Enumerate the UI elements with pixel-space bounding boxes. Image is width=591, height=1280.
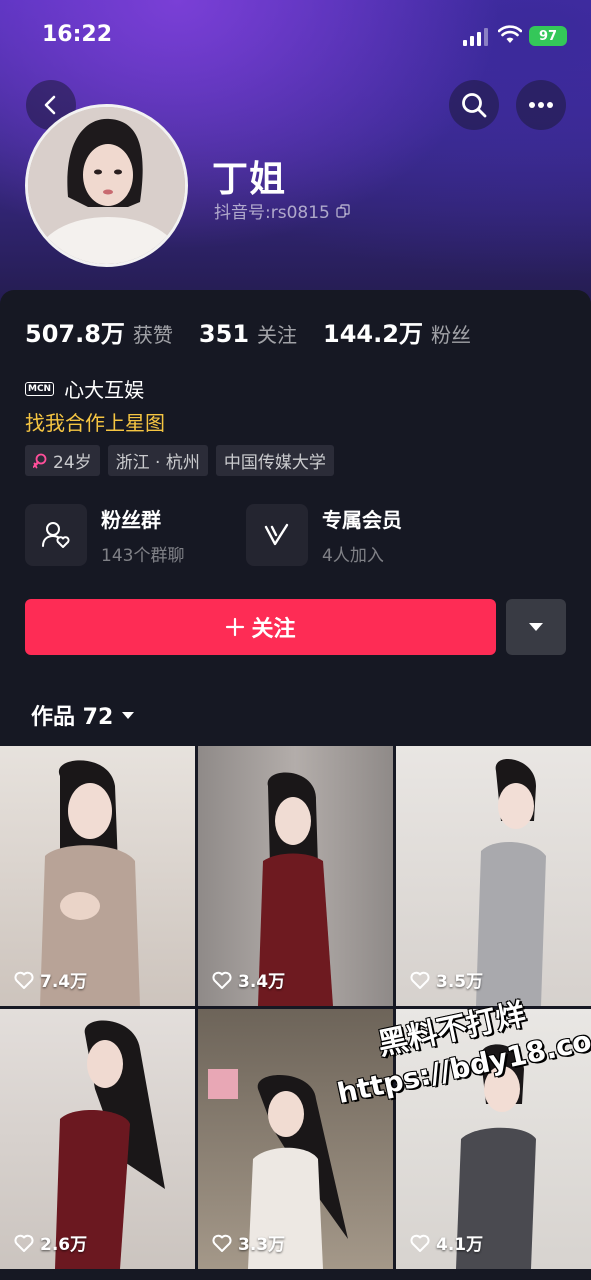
- tag-location: 浙江 · 杭州: [107, 445, 208, 476]
- membership-entry[interactable]: 专属会员 4人加入: [246, 504, 402, 566]
- follow-button-label: 关注: [251, 617, 296, 642]
- douyin-id-text: 抖音号:rs0815: [214, 203, 330, 223]
- profile-stats: 507.8万 获赞 351 关注 144.2万 粉丝: [25, 314, 497, 349]
- heart-icon: [410, 1234, 430, 1252]
- stat-label: 获赞: [132, 323, 173, 347]
- more-button[interactable]: [516, 80, 566, 130]
- mcn-info[interactable]: MCN 心大互娱: [25, 374, 144, 403]
- video-likes-count: 2.6万: [40, 1235, 88, 1255]
- caret-down-icon: [529, 623, 543, 631]
- video-likes: 3.5万: [410, 967, 483, 992]
- video-thumbnail[interactable]: 3.4万: [198, 746, 393, 1006]
- heart-icon: [212, 1234, 232, 1252]
- stat-likes: 507.8万 获赞: [25, 314, 173, 349]
- video-likes: 7.4万: [14, 967, 87, 992]
- stat-value: 144.2万: [323, 320, 423, 348]
- avatar-portrait: [28, 107, 185, 264]
- avatar[interactable]: [25, 104, 188, 267]
- follow-button[interactable]: 关注: [25, 599, 496, 655]
- video-likes-count: 7.4万: [40, 972, 88, 992]
- fan-group-icon: [25, 504, 87, 566]
- stat-value: 507.8万: [25, 320, 125, 348]
- battery-icon: 97: [529, 26, 567, 46]
- tag-age: 24岁: [25, 445, 100, 476]
- fan-group-subtitle: 143个群聊: [101, 546, 185, 566]
- stat-label: 粉丝: [430, 323, 471, 347]
- search-button[interactable]: [449, 80, 499, 130]
- profile-name: 丁姐: [212, 159, 287, 200]
- mcn-badge-icon: MCN: [25, 381, 55, 396]
- plus-icon: [226, 617, 245, 637]
- search-icon: [462, 93, 487, 118]
- video-likes: 2.6万: [14, 1230, 87, 1255]
- wifi-icon: [498, 25, 522, 43]
- video-likes: 4.1万: [410, 1230, 483, 1255]
- video-likes: 3.4万: [212, 967, 285, 992]
- video-likes-count: 3.4万: [238, 972, 286, 992]
- video-likes-count: 4.1万: [436, 1235, 484, 1255]
- membership-v-icon: [246, 504, 308, 566]
- recommend-dropdown-button[interactable]: [506, 599, 566, 655]
- douyin-id[interactable]: 抖音号:rs0815: [214, 198, 350, 223]
- membership-subtitle: 4人加入: [322, 546, 384, 566]
- xingtu-link[interactable]: 找我合作上星图: [25, 407, 165, 436]
- tag-age-text: 24岁: [53, 453, 92, 473]
- stat-label: 关注: [257, 323, 298, 347]
- video-likes: 3.3万: [212, 1230, 285, 1255]
- copy-icon[interactable]: [336, 203, 350, 218]
- stat-following[interactable]: 351 关注: [199, 319, 297, 348]
- video-thumbnail[interactable]: 3.5万: [396, 746, 591, 1006]
- video-thumbnail[interactable]: 2.6万: [0, 1009, 195, 1269]
- video-likes-count: 3.3万: [238, 1235, 286, 1255]
- female-icon: [33, 453, 47, 468]
- heart-icon: [14, 971, 34, 989]
- works-tab[interactable]: 作品 72: [31, 699, 135, 731]
- signal-icon: [463, 28, 488, 46]
- fan-group-entry[interactable]: 粉丝群 143个群聊: [25, 504, 184, 566]
- heart-icon: [14, 1234, 34, 1252]
- heart-icon: [212, 971, 232, 989]
- profile-tags: 24岁 浙江 · 杭州 中国传媒大学: [25, 445, 334, 476]
- caret-down-icon: [122, 711, 135, 719]
- membership-title: 专属会员: [322, 508, 402, 532]
- works-tab-label: 作品 72: [31, 705, 114, 730]
- stat-followers[interactable]: 144.2万 粉丝: [323, 314, 471, 349]
- heart-icon: [410, 971, 430, 989]
- status-time: 16:22: [42, 22, 113, 47]
- status-bar: 16:22 97: [0, 0, 591, 72]
- mcn-name: 心大互娱: [64, 378, 145, 402]
- feature-row: 粉丝群 143个群聊 专属会员 4人加入: [25, 504, 566, 568]
- video-thumbnail[interactable]: 7.4万: [0, 746, 195, 1006]
- fan-group-title: 粉丝群: [101, 508, 161, 532]
- chevron-left-icon: [44, 95, 56, 115]
- more-icon: [529, 102, 553, 108]
- tag-school: 中国传媒大学: [215, 445, 334, 476]
- battery-level: 97: [538, 28, 558, 44]
- stat-value: 351: [198, 320, 250, 348]
- video-likes-count: 3.5万: [436, 972, 484, 992]
